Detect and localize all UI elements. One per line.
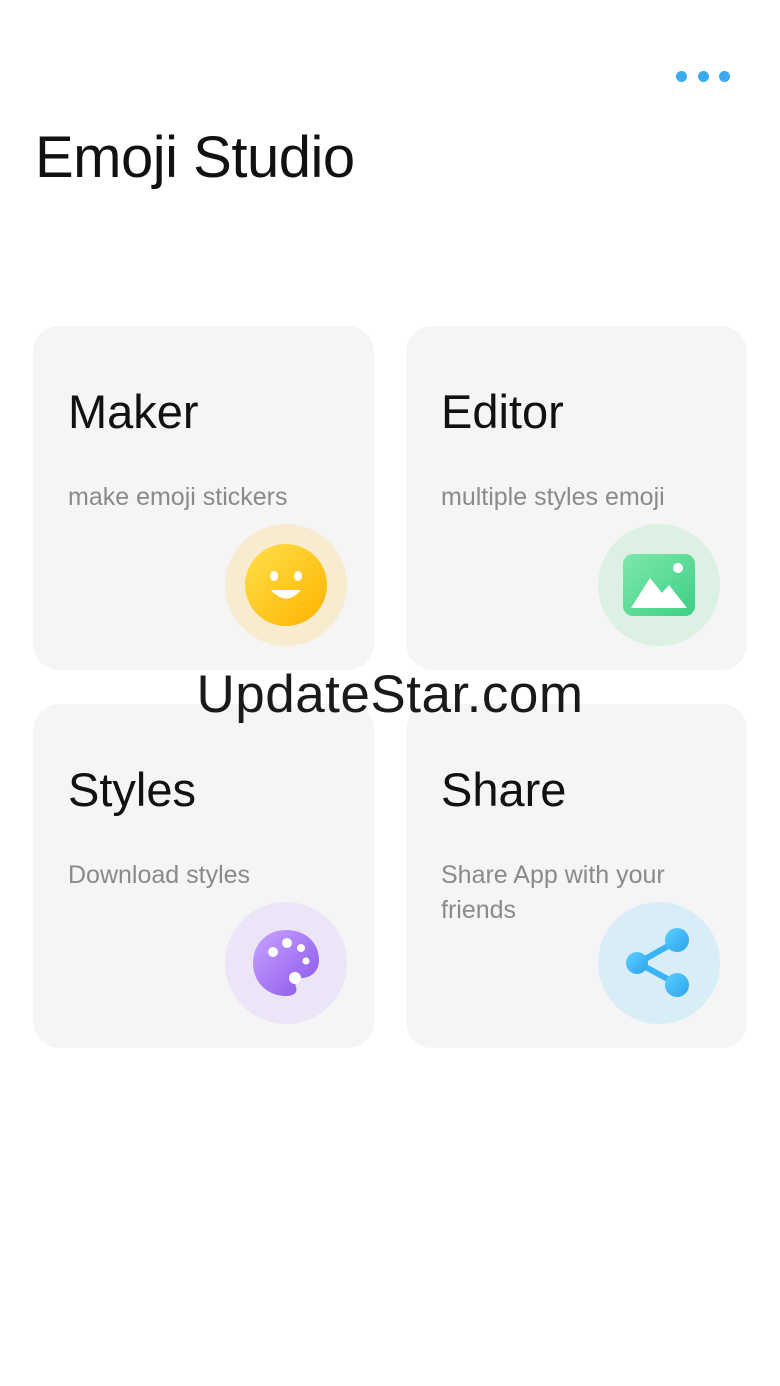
smiley-icon <box>225 524 347 646</box>
card-subtitle: make emoji stickers <box>68 483 288 511</box>
styles-card[interactable]: Styles Download styles <box>33 704 374 1048</box>
more-menu-button[interactable] <box>676 64 730 88</box>
card-subtitle: multiple styles emoji <box>441 483 665 511</box>
page-title: Emoji Studio <box>35 125 355 190</box>
share-icon <box>598 902 720 1024</box>
palette-icon <box>225 902 347 1024</box>
image-icon <box>598 524 720 646</box>
more-horizontal-icon <box>676 70 687 82</box>
share-card[interactable]: Share Share App with your friends <box>406 704 747 1048</box>
card-subtitle: Download styles <box>68 861 251 889</box>
card-title: Styles <box>68 763 196 816</box>
card-title: Editor <box>441 385 564 438</box>
more-horizontal-icon <box>697 70 709 82</box>
more-horizontal-icon <box>719 70 730 82</box>
card-title: Share <box>441 763 567 816</box>
watermark-text: UpdateStar.com <box>196 665 584 724</box>
card-title: Maker <box>68 385 199 438</box>
maker-card[interactable]: Maker make emoji stickers <box>33 326 374 670</box>
editor-card[interactable]: Editor multiple styles emoji <box>406 326 747 670</box>
